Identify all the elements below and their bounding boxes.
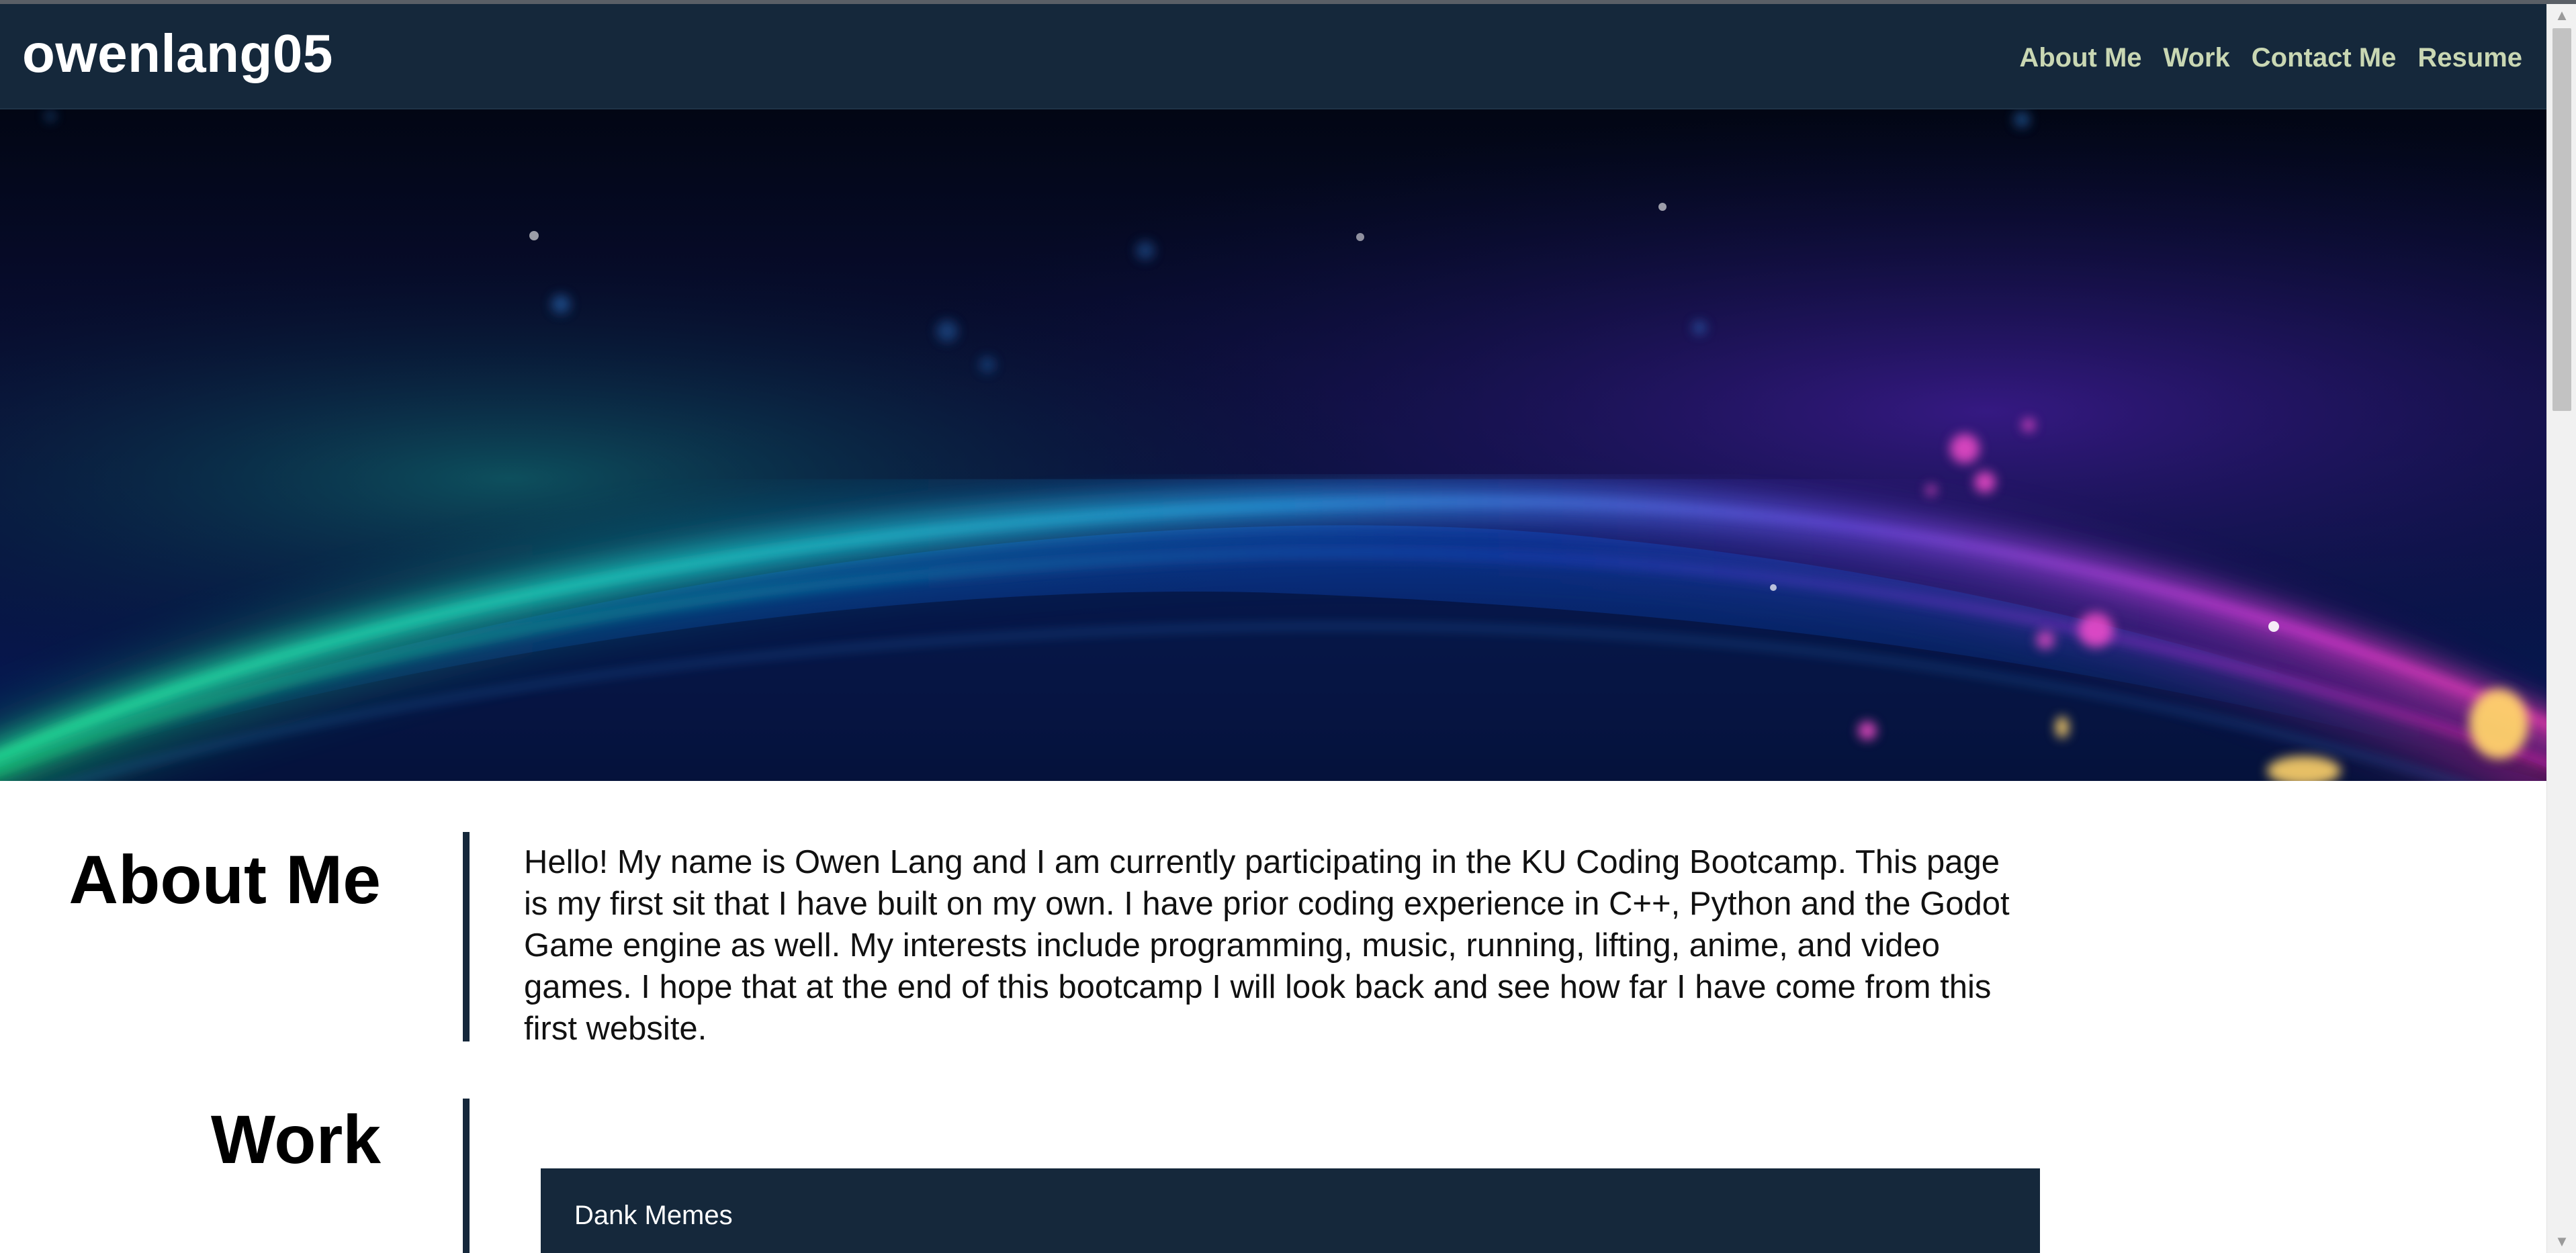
- site-brand[interactable]: owenlang05: [22, 27, 333, 81]
- about-title: About Me: [69, 841, 381, 918]
- scroll-down-arrow-icon[interactable]: ▼: [2547, 1230, 2576, 1253]
- hero-banner-image: [0, 109, 2546, 781]
- nav-link-about-me[interactable]: About Me: [2019, 43, 2141, 73]
- scrollbar-thumb[interactable]: [2552, 28, 2571, 411]
- scroll-up-arrow-icon[interactable]: ▲: [2547, 4, 2576, 27]
- nav-link-resume[interactable]: Resume: [2417, 43, 2522, 73]
- nav-links: About Me Work Contact Me Resume: [2019, 43, 2522, 73]
- nav-link-work[interactable]: Work: [2164, 43, 2230, 73]
- about-divider: [463, 832, 470, 1041]
- work-section: Work Dank Memes: [0, 1099, 2546, 1253]
- nav-link-contact-me[interactable]: Contact Me: [2252, 43, 2397, 73]
- page-scrollbar[interactable]: ▲ ▼: [2546, 4, 2576, 1253]
- about-text: Hello! My name is Owen Lang and I am cur…: [524, 844, 2010, 1047]
- work-title: Work: [210, 1101, 381, 1178]
- about-section: About Me Hello! My name is Owen Lang and…: [0, 808, 2546, 1047]
- work-divider: [463, 1099, 470, 1253]
- page: owenlang05 About Me Work Contact Me Resu…: [0, 4, 2546, 1253]
- work-card-title[interactable]: Dank Memes: [574, 1199, 733, 1232]
- navbar: owenlang05 About Me Work Contact Me Resu…: [0, 4, 2546, 109]
- work-card[interactable]: Dank Memes: [541, 1168, 2040, 1253]
